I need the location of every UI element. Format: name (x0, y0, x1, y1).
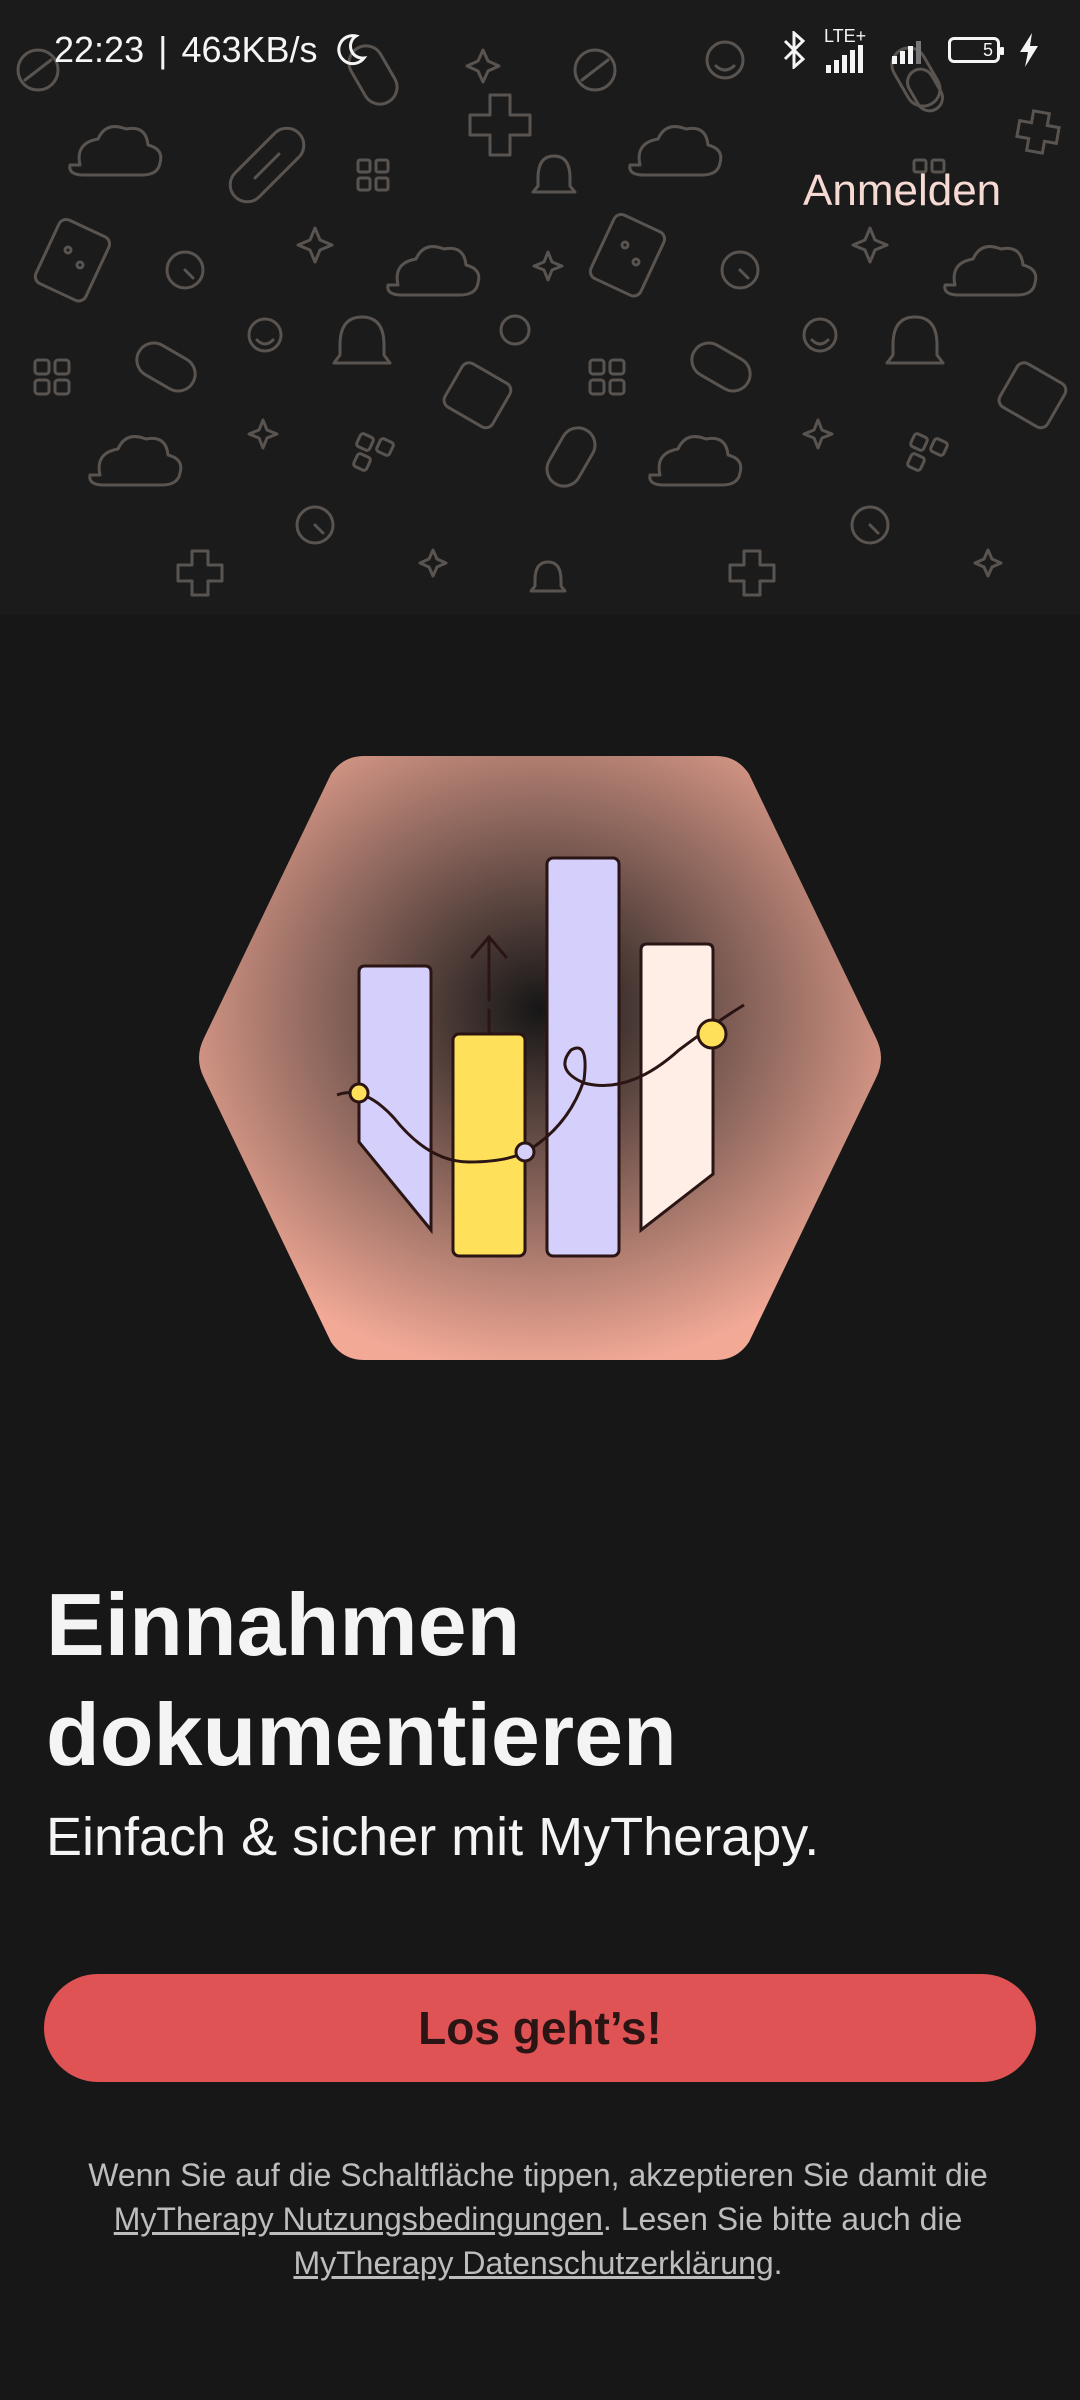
pill-pack-icon (33, 212, 1068, 430)
terms-suffix: . (773, 2245, 783, 2281)
title-line-2: dokumentieren (46, 1685, 677, 1784)
login-link[interactable]: Anmelden (803, 166, 1001, 224)
battery-icon: 5 (948, 37, 1004, 63)
hero-illustration (199, 756, 881, 1360)
signal-icon-secondary (892, 41, 921, 64)
bar-yellow (451, 1032, 527, 1258)
medical-cross-icon (1015, 109, 1061, 155)
status-time: 22:23 (54, 29, 145, 70)
pill-icon (906, 67, 944, 113)
header-pattern-area: 22:23 | 463KB/s LTE+ 5 Anmelden (0, 0, 1080, 615)
terms-text: Wenn Sie auf die Schaltfläche tippen, ak… (74, 2153, 1002, 2285)
status-speed: 463KB/s (181, 29, 318, 70)
bluetooth-icon (783, 31, 806, 69)
hexagon-shape (199, 756, 881, 1360)
battery-level: 5 (982, 39, 993, 60)
sparkle-icon (247, 48, 1003, 578)
title-line-1: Einnahmen (46, 1575, 521, 1674)
trend-point-2 (514, 1141, 536, 1163)
terms-of-use-link[interactable]: MyTherapy Nutzungsbedingungen (114, 2201, 603, 2237)
privacy-policy-link[interactable]: MyTherapy Datenschutzerklärung (293, 2245, 773, 2281)
status-left: 22:23 | 463KB/s (54, 29, 368, 71)
status-separator: | (158, 29, 168, 70)
moon-icon (336, 34, 367, 66)
terms-prefix: Wenn Sie auf die Schaltfläche tippen, ak… (88, 2157, 988, 2193)
subtitle: Einfach & sicher mit MyTherapy. (46, 1807, 820, 1867)
network-type: LTE+ (824, 26, 867, 46)
signal-icon (826, 45, 863, 73)
charging-icon (1020, 33, 1038, 67)
trend-point-1 (348, 1082, 370, 1104)
terms-middle: . Lesen Sie bitte auch die (602, 2201, 963, 2237)
page-title: Einnahmen dokumentieren (46, 1570, 686, 1790)
trend-point-3 (696, 1018, 728, 1050)
get-started-button[interactable]: Los geht’s! (44, 1974, 1036, 2082)
capsule-icon (135, 44, 942, 488)
